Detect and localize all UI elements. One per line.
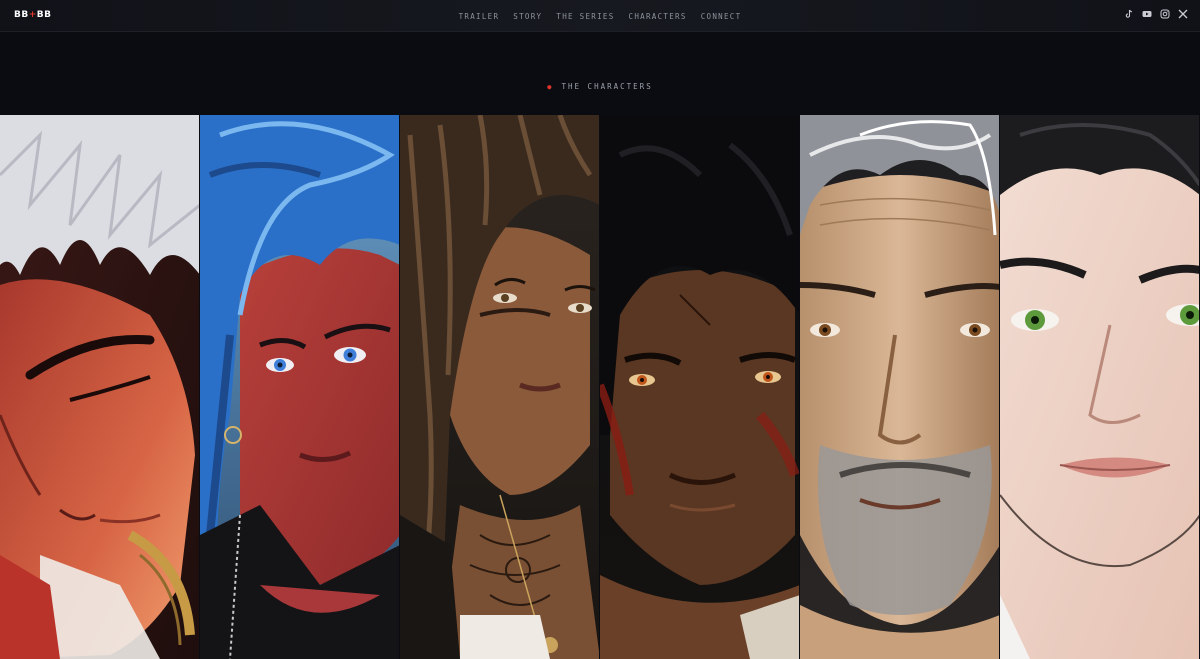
- tiktok-icon[interactable]: [1124, 9, 1134, 19]
- nav-link-connect[interactable]: CONNECT: [701, 12, 742, 21]
- character-portrait-2[interactable]: [200, 115, 400, 659]
- character-portrait-4[interactable]: [600, 115, 800, 659]
- nav-link-characters[interactable]: CHARACTERS: [629, 12, 687, 21]
- red-dot-icon: ●: [547, 83, 554, 91]
- section-heading: ● THE CHARACTERS: [0, 82, 1200, 91]
- character-portraits-strip: [0, 115, 1200, 659]
- nav-link-trailer[interactable]: TRAILER: [459, 12, 500, 21]
- youtube-icon[interactable]: [1142, 9, 1152, 19]
- social-links: [1124, 9, 1188, 19]
- nav-link-story[interactable]: STORY: [513, 12, 542, 21]
- character-portrait-6[interactable]: [1000, 115, 1200, 659]
- x-icon[interactable]: [1178, 9, 1188, 19]
- top-navigation-bar: BB+BB TRAILER STORY THE SERIES CHARACTER…: [0, 0, 1200, 32]
- character-portrait-1[interactable]: [0, 115, 200, 659]
- nav-link-the-series[interactable]: THE SERIES: [556, 12, 614, 21]
- section-heading-text: THE CHARACTERS: [561, 82, 653, 91]
- character-portrait-5[interactable]: [800, 115, 1000, 659]
- main-nav: TRAILER STORY THE SERIES CHARACTERS CONN…: [0, 0, 1200, 32]
- instagram-icon[interactable]: [1160, 9, 1170, 19]
- character-portrait-3[interactable]: [400, 115, 600, 659]
